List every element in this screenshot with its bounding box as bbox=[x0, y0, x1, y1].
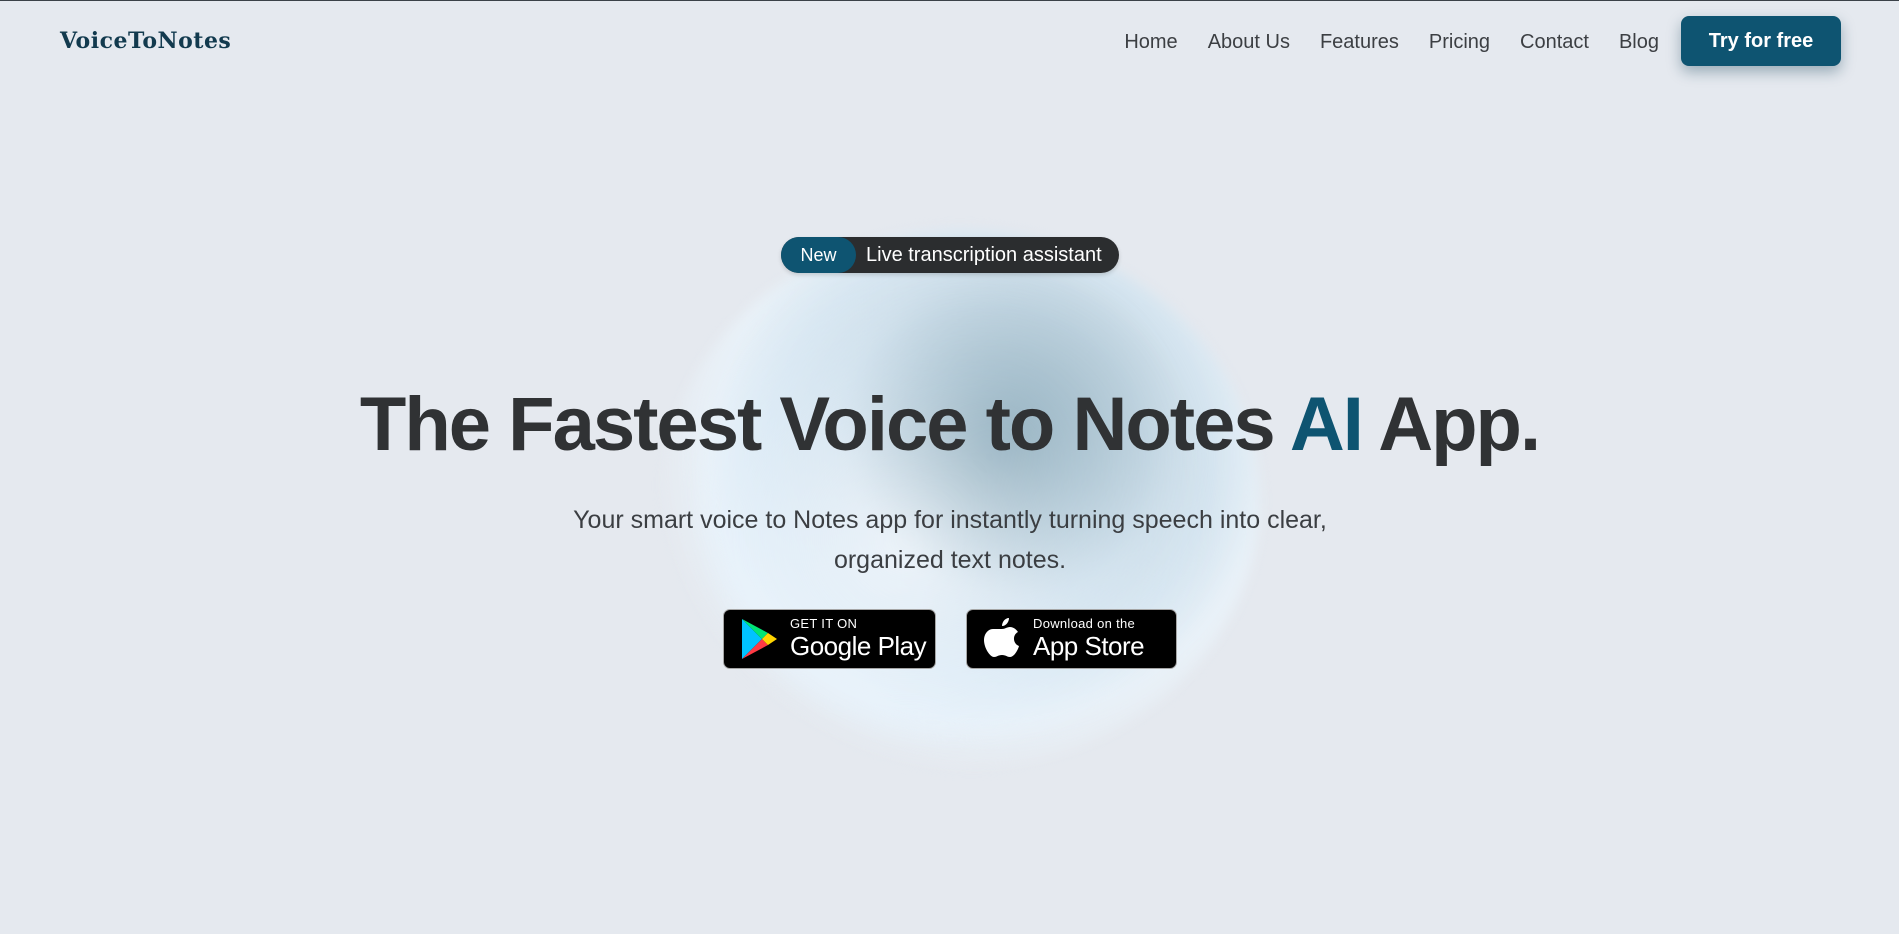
google-play-big-text: Google Play bbox=[790, 631, 927, 661]
logo[interactable]: VoiceToNotes bbox=[60, 28, 231, 54]
google-play-icon bbox=[736, 616, 782, 662]
app-store-small-text: Download on the bbox=[1033, 616, 1136, 631]
nav-item-features[interactable]: Features bbox=[1320, 31, 1399, 54]
headline-part-2: App. bbox=[1361, 382, 1541, 467]
google-play-button[interactable]: GET IT ON Google Play bbox=[723, 609, 936, 669]
nav-item-blog[interactable]: Blog bbox=[1619, 31, 1659, 54]
apple-icon bbox=[979, 616, 1025, 662]
announcement-badge[interactable]: New Live transcription assistant bbox=[781, 237, 1119, 273]
headline-highlight: AI bbox=[1289, 382, 1364, 467]
nav-links: Home About Us Features Pricing Contact B… bbox=[1094, 31, 1659, 54]
hero-headline: The Fastest Voice to Notes AI App. bbox=[0, 380, 1899, 470]
try-for-free-button[interactable]: Try for free bbox=[1681, 16, 1841, 66]
nav-item-contact[interactable]: Contact bbox=[1520, 31, 1589, 54]
nav-item-pricing[interactable]: Pricing bbox=[1429, 31, 1490, 54]
nav-item-about-us[interactable]: About Us bbox=[1208, 31, 1290, 54]
app-store-big-text: App Store bbox=[1033, 631, 1145, 661]
google-play-small-text: GET IT ON bbox=[790, 616, 858, 631]
top-navigation: VoiceToNotes Home About Us Features Pric… bbox=[0, 1, 1899, 81]
hero-subtitle: Your smart voice to Notes app for instan… bbox=[573, 506, 1327, 574]
app-store-button[interactable]: Download on the App Store bbox=[966, 609, 1177, 669]
badge-tag: New bbox=[781, 237, 856, 273]
headline-part-1: The Fastest Voice to Notes bbox=[359, 382, 1290, 467]
badge-text: Live transcription assistant bbox=[866, 243, 1102, 266]
nav-item-home[interactable]: Home bbox=[1124, 31, 1177, 54]
